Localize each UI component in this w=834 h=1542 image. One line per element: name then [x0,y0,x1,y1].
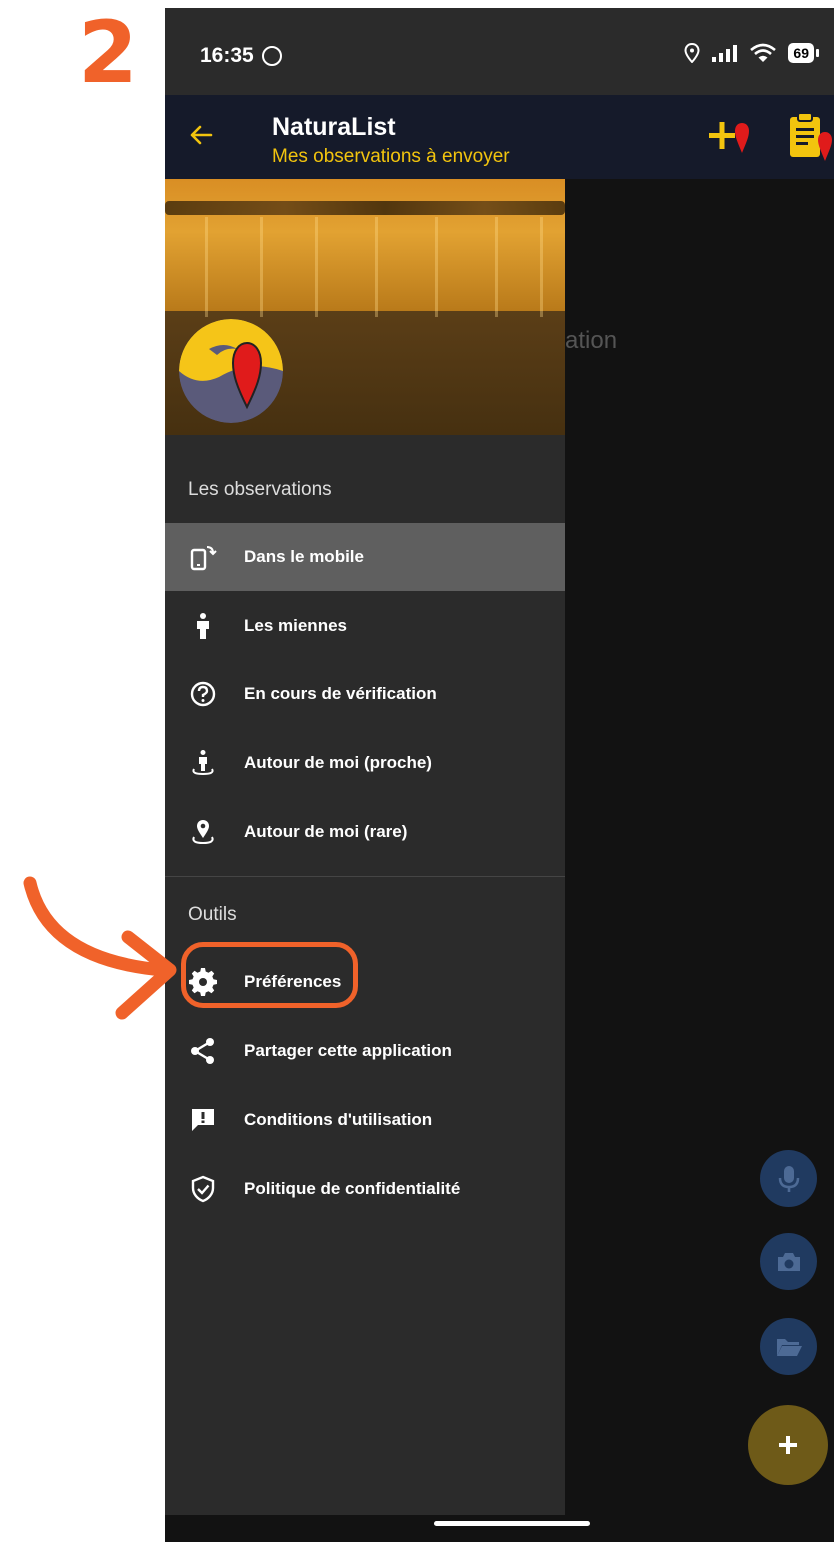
annotation-highlight-ring [181,942,358,1008]
section-label-observations: Les observations [188,479,332,500]
signal-icon [712,45,738,62]
app-bar: NaturaList Mes observations à envoyer [165,95,834,179]
home-indicator[interactable] [434,1521,590,1526]
mobile-sync-icon [190,546,217,571]
empty-state-text: vation [565,327,618,354]
drawer-divider [165,876,565,877]
drawer-item-label: Dans le mobile [244,547,364,566]
drawer-item-label: Partager cette application [244,1041,452,1060]
main-content: vation [565,179,834,1515]
person-icon [197,613,209,639]
voice-record-button[interactable] [760,1150,817,1207]
add-observation-icon[interactable] [705,115,755,159]
open-folder-button[interactable] [760,1318,817,1375]
drawer-item-dans-le-mobile[interactable]: Dans le mobile [165,523,565,591]
drawer-item-label: Conditions d'utilisation [244,1110,433,1129]
drawer-item-label: Autour de moi (rare) [244,822,408,841]
microphone-icon [778,1165,799,1192]
clipboard-icon[interactable] [787,109,834,165]
drawer-item-conditions[interactable]: Conditions d'utilisation [165,1086,565,1154]
camera-icon [777,1252,800,1271]
drawer-item-autour-proche[interactable]: Autour de moi (proche) [165,729,565,797]
navigation-drawer: Les observations Dans le mobile Les mien… [165,179,565,1515]
status-time: 16:35 [200,44,254,67]
drawer-item-verification[interactable]: En cours de vérification [165,660,565,728]
camera-button[interactable] [760,1233,817,1290]
navigation-bar [165,1515,834,1542]
folder-icon [776,1338,802,1356]
annotation-arrow-icon [23,876,177,1020]
person-nearby-icon [192,750,214,776]
drawer-item-les-miennes[interactable]: Les miennes [165,592,565,660]
drawer-item-label: En cours de vérification [244,684,437,703]
app-title: NaturaList [272,113,396,141]
sync-ring-icon [262,46,282,66]
app-logo [179,319,283,423]
status-indicators: 69 [684,43,819,63]
drawer-item-partager[interactable]: Partager cette application [165,1017,565,1085]
share-icon [191,1038,214,1064]
phone-screen: 16:35 69 NaturaList Mes observations à e… [165,8,834,1542]
add-fab-button[interactable] [748,1405,828,1485]
back-arrow-icon[interactable] [183,117,219,153]
drawer-item-label: Les miennes [244,616,347,635]
location-pin-icon [192,820,214,845]
wifi-icon [750,43,777,62]
drawer-item-label: Autour de moi (proche) [244,753,432,772]
app-subtitle: Mes observations à envoyer [272,146,510,167]
plus-icon [779,1436,797,1454]
drawer-item-confidentialite[interactable]: Politique de confidentialité [165,1155,565,1223]
status-bar: 16:35 69 [165,8,834,95]
step-number-label: 2 [78,3,138,103]
location-icon [684,43,700,63]
shield-check-icon [191,1175,215,1203]
battery-indicator: 69 [788,43,819,63]
drawer-header-image [165,179,565,435]
question-circle-icon [190,681,216,707]
feedback-icon [192,1109,214,1131]
drawer-item-label: Politique de confidentialité [244,1179,461,1198]
drawer-item-autour-rare[interactable]: Autour de moi (rare) [165,798,565,866]
